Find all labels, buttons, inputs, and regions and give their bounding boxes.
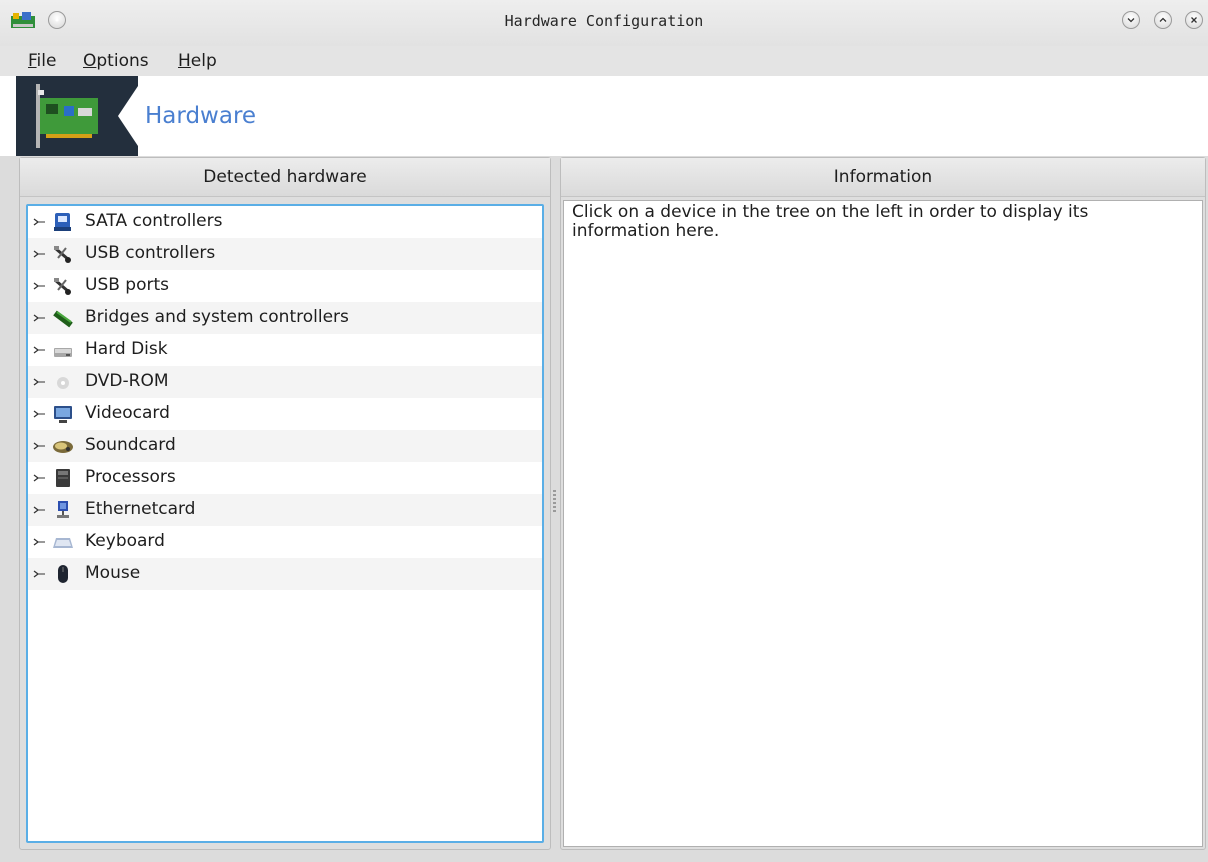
speaker-icon — [53, 441, 73, 453]
tree-item[interactable]: Videocard — [28, 398, 542, 430]
header-banner: Hardware — [0, 76, 1208, 156]
memory-bridge-icon — [53, 310, 73, 328]
tree-item[interactable]: Bridges and system controllers — [28, 302, 542, 334]
processor-icon — [56, 469, 70, 487]
tree-item[interactable]: SATA controllers — [28, 206, 542, 238]
tree-item-label: SATA controllers — [85, 211, 223, 231]
chevron-down-icon — [1127, 18, 1135, 23]
usb-icon — [54, 246, 71, 263]
detected-hardware-panel: Detected hardware SATA controllers USB co… — [19, 157, 551, 850]
tree-item[interactable]: Ethernetcard — [28, 494, 542, 526]
keyboard-icon — [53, 538, 73, 548]
menu-options-label: ptions — [96, 51, 149, 71]
splitter-handle[interactable] — [553, 490, 556, 512]
page-title: Hardware — [145, 103, 257, 129]
expander-arrow-icon[interactable] — [32, 247, 46, 261]
menu-help[interactable]: Help — [178, 51, 217, 71]
tree-item-label: Videocard — [85, 403, 170, 423]
detected-hardware-header[interactable]: Detected hardware — [20, 158, 550, 197]
tree-item[interactable]: DVD-ROM — [28, 366, 542, 398]
tree-item[interactable]: Mouse — [28, 558, 542, 590]
tree-item-label: Soundcard — [85, 435, 176, 455]
tree-item-label: Hard Disk — [85, 339, 168, 359]
sata-controller-icon — [54, 213, 71, 231]
tree-item[interactable]: Hard Disk — [28, 334, 542, 366]
monitor-icon — [54, 406, 72, 423]
maximize-button[interactable] — [1154, 11, 1172, 29]
expander-arrow-icon[interactable] — [32, 215, 46, 229]
expander-arrow-icon[interactable] — [32, 279, 46, 293]
information-text: Click on a device in the tree on the lef… — [572, 202, 1089, 241]
expander-arrow-icon[interactable] — [32, 407, 46, 421]
tree-item-label: Ethernetcard — [85, 499, 196, 519]
menu-file-mnemonic: F — [28, 51, 37, 71]
menu-file-label: ile — [36, 51, 57, 71]
menu-options[interactable]: Options — [83, 51, 149, 71]
tree-item-label: USB controllers — [85, 243, 216, 263]
close-icon — [1191, 17, 1197, 23]
information-panel: Information Click on a device in the tre… — [560, 157, 1206, 850]
tree-item-label: Mouse — [85, 563, 141, 583]
tree-item[interactable]: Processors — [28, 462, 542, 494]
hardware-card-icon — [16, 76, 138, 156]
menu-options-mnemonic: O — [83, 51, 97, 71]
tree-item-label: USB ports — [85, 275, 170, 295]
tree-item[interactable]: USB controllers — [28, 238, 542, 270]
expander-arrow-icon[interactable] — [32, 471, 46, 485]
tree-item-label: Processors — [85, 467, 176, 487]
tree-item-label: DVD-ROM — [85, 371, 169, 391]
hardware-tree[interactable]: SATA controllers USB controllers USB ports… — [26, 204, 544, 843]
usb-icon — [54, 278, 71, 295]
chevron-up-icon — [1159, 17, 1167, 22]
information-header[interactable]: Information — [561, 158, 1205, 197]
information-view: Click on a device in the tree on the lef… — [563, 200, 1203, 847]
expander-arrow-icon[interactable] — [32, 503, 46, 517]
expander-arrow-icon[interactable] — [32, 375, 46, 389]
expander-arrow-icon[interactable] — [32, 343, 46, 357]
tree-item[interactable]: Keyboard — [28, 526, 542, 558]
tree-item-label: Keyboard — [85, 531, 165, 551]
expander-arrow-icon[interactable] — [32, 535, 46, 549]
window-title: Hardware Configuration — [504, 12, 704, 30]
menu-help-mnemonic: H — [178, 51, 191, 71]
menu-file[interactable]: File — [28, 51, 56, 71]
close-button[interactable] — [1185, 11, 1203, 29]
hard-disk-icon — [54, 348, 72, 357]
dvd-icon — [57, 377, 69, 389]
title-bar: Hardware Configuration — [0, 0, 1208, 46]
expander-arrow-icon[interactable] — [32, 439, 46, 453]
tree-item[interactable]: USB ports — [28, 270, 542, 302]
expander-arrow-icon[interactable] — [32, 567, 46, 581]
menu-help-label: elp — [190, 51, 217, 71]
tree-item[interactable]: Soundcard — [28, 430, 542, 462]
expander-arrow-icon[interactable] — [32, 311, 46, 325]
mouse-icon — [58, 565, 68, 583]
network-icon — [57, 501, 69, 518]
menu-bar: File Options Help — [0, 46, 1208, 76]
tree-item-label: Bridges and system controllers — [85, 307, 349, 327]
minimize-button[interactable] — [1122, 11, 1140, 29]
